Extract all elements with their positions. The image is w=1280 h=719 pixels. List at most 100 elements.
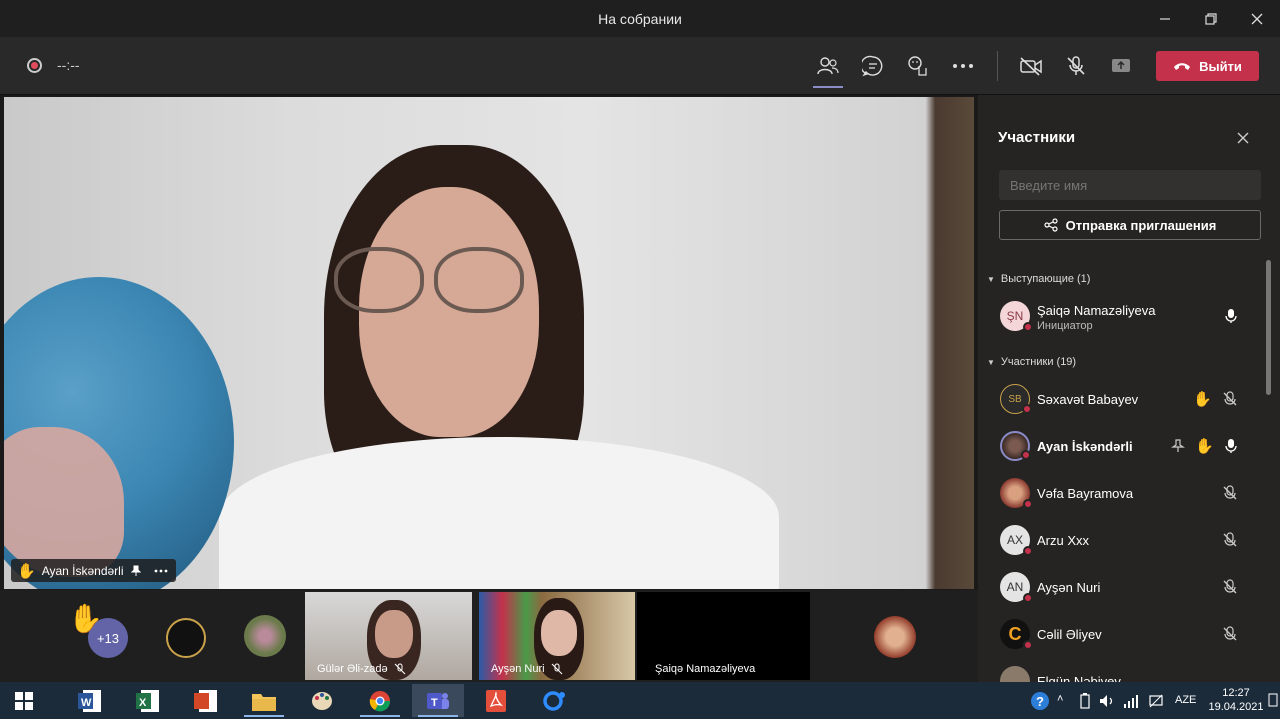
- presenters-section-header[interactable]: ▼ Выступающие (1): [987, 273, 1090, 285]
- status-badge: [1022, 404, 1032, 414]
- teams-icon: T: [427, 692, 449, 709]
- video-globe: [4, 277, 234, 589]
- more-icon[interactable]: [154, 569, 168, 573]
- participant-actions: [1224, 308, 1238, 324]
- video-tile-label: Şaiqə Namazəliyeva: [655, 663, 755, 675]
- participant-role: Инициатор: [1037, 320, 1093, 332]
- share-invite-button[interactable]: Отправка приглашения: [999, 210, 1261, 240]
- meeting-stage: ✋ Ayan İskəndərli: [0, 95, 978, 590]
- attendees-section-header[interactable]: ▼ Участники (19): [987, 356, 1076, 368]
- chrome-icon: [369, 690, 391, 711]
- mic-off-icon: [394, 663, 406, 675]
- invite-label: Отправка приглашения: [1065, 217, 1217, 233]
- more-actions-button[interactable]: [948, 51, 978, 81]
- avatar-initials: SB: [1008, 393, 1022, 405]
- minimize-button[interactable]: [1142, 0, 1188, 37]
- notifications-icon[interactable]: [1268, 692, 1278, 713]
- participant-row[interactable]: AN Ayşən Nuri: [978, 565, 1268, 609]
- close-panel-button[interactable]: [1236, 129, 1250, 150]
- chevron-up-icon[interactable]: ˄: [1057, 693, 1063, 705]
- attendees-header: Участники (19): [1000, 356, 1077, 368]
- video-tile-label: Ayşən Nuri: [491, 663, 563, 675]
- participant-name: Şaiqə Namazəliyeva: [1037, 303, 1156, 318]
- participant-row[interactable]: ŞN Şaiqə Namazəliyeva Инициатор: [978, 294, 1268, 338]
- participants-panel: Участники Отправка приглашения ▼ Выступа…: [978, 95, 1280, 682]
- title-bar: На собрании: [0, 0, 1280, 37]
- mic-off-icon: [1223, 626, 1237, 641]
- participant-name: Vəfa Bayramova: [1037, 486, 1134, 501]
- video-filmstrip: +13 ✋ Gülər Əli-zadə Ayşən Nuri Şaiqə Na…: [0, 590, 978, 682]
- camera-toggle-button[interactable]: [1016, 51, 1046, 81]
- taskbar-excel[interactable]: X: [122, 684, 174, 717]
- taskbar-word[interactable]: W: [64, 684, 116, 717]
- signal-icon[interactable]: [1123, 693, 1139, 714]
- avatar[interactable]: [244, 615, 286, 657]
- participant-row[interactable]: SB Səxavət Babayev ✋: [978, 377, 1268, 421]
- raised-hand-icon: ✋: [17, 562, 36, 580]
- video-tile[interactable]: Ayşən Nuri: [479, 592, 635, 680]
- participant-row[interactable]: AX Arzu Xxx: [978, 518, 1268, 562]
- participant-actions: [1222, 579, 1238, 595]
- raised-hand-icon: ✋: [68, 603, 103, 634]
- tile-participant-name: Şaiqə Namazəliyeva: [655, 663, 756, 675]
- mic-icon: [1225, 309, 1237, 323]
- participant-search-input[interactable]: [999, 170, 1261, 200]
- avatar: AX: [1000, 525, 1033, 556]
- hang-up-icon: [1174, 63, 1191, 70]
- participant-name: Elgün Nəbiyev: [1037, 674, 1121, 682]
- mic-toggle-button[interactable]: [1061, 51, 1091, 81]
- show-chat-button[interactable]: [858, 51, 888, 81]
- participant-row[interactable]: Elgün Nəbiyev: [978, 659, 1268, 682]
- share-icon: [1044, 218, 1058, 232]
- mic-off-icon: [1223, 485, 1237, 500]
- system-clock[interactable]: 12:27 19.04.2021: [1206, 686, 1266, 714]
- avatar-initials: C: [1008, 623, 1022, 644]
- input-language[interactable]: AZE: [1175, 694, 1196, 706]
- participant-actions: [1222, 532, 1238, 548]
- battery-icon[interactable]: [1078, 693, 1092, 714]
- volume-icon[interactable]: [1098, 693, 1116, 714]
- avatar-initials: AX: [1006, 533, 1023, 547]
- pinned-video[interactable]: [4, 97, 974, 589]
- video-glasses: [334, 247, 524, 317]
- participant-name: Səxavət Babayev: [1037, 392, 1139, 407]
- toolbar-divider: [997, 51, 998, 81]
- taskbar-paint[interactable]: [296, 684, 348, 717]
- taskbar-file-explorer[interactable]: [238, 684, 290, 717]
- taskbar-meeting-app[interactable]: [528, 684, 580, 717]
- raised-hand-icon: ✋: [1193, 391, 1212, 408]
- participant-actions: [1222, 485, 1238, 501]
- video-tile[interactable]: Şaiqə Namazəliyeva: [637, 592, 810, 680]
- show-participants-button[interactable]: [813, 51, 843, 88]
- pin-icon: [130, 565, 141, 576]
- chevron-down-icon: ▼: [987, 357, 995, 367]
- network-icon[interactable]: [1148, 693, 1164, 714]
- recording-icon: [27, 58, 42, 73]
- participant-actions: [1222, 626, 1238, 642]
- taskbar-presentation[interactable]: [180, 684, 232, 717]
- avatar[interactable]: [874, 616, 916, 658]
- status-badge: [1023, 499, 1033, 509]
- panel-scrollbar[interactable]: [1266, 260, 1271, 395]
- taskbar-acrobat[interactable]: [470, 684, 522, 717]
- participant-row[interactable]: C Cəlil Əliyev: [978, 612, 1268, 656]
- taskbar-teams[interactable]: T: [412, 684, 464, 717]
- taskbar-chrome[interactable]: [354, 684, 406, 717]
- video-app-icon: [543, 690, 565, 711]
- help-icon[interactable]: ?: [1030, 691, 1050, 716]
- panel-title: Участники: [998, 129, 1076, 146]
- video-tile[interactable]: Gülər Əli-zadə: [305, 592, 472, 680]
- raise-hand-button[interactable]: [903, 51, 933, 81]
- participant-actions: ✋: [1193, 390, 1238, 408]
- start-button[interactable]: [0, 684, 48, 717]
- taskbar: W X T ? ˄ AZE 12:27 19.04.2021: [0, 682, 1280, 719]
- close-window-button[interactable]: [1234, 0, 1280, 37]
- restore-button[interactable]: [1188, 0, 1234, 37]
- participant-row[interactable]: Vəfa Bayramova: [978, 471, 1268, 515]
- svg-text:W: W: [81, 697, 92, 709]
- share-content-button[interactable]: [1106, 51, 1136, 81]
- avatar[interactable]: [166, 618, 206, 658]
- participant-row[interactable]: Ayan İskəndərli ✋: [978, 424, 1268, 468]
- leave-button[interactable]: Выйти: [1156, 51, 1259, 81]
- excel-icon: X: [136, 689, 159, 712]
